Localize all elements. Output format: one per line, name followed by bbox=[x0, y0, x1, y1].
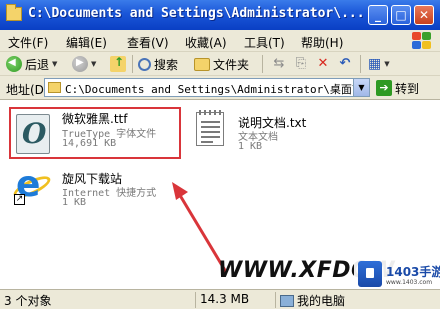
status-size: 14.3 MB bbox=[196, 292, 276, 308]
forward-button[interactable]: ▼ bbox=[72, 55, 96, 73]
chevron-down-icon: ▼ bbox=[91, 60, 97, 68]
menu-edit[interactable]: 编辑(E) bbox=[66, 34, 107, 51]
up-folder-icon bbox=[110, 55, 126, 72]
up-folder-button[interactable] bbox=[110, 55, 126, 73]
search-label: 搜索 bbox=[154, 57, 179, 72]
minimize-button[interactable]: _ bbox=[368, 5, 388, 25]
toolbar-separator bbox=[360, 55, 361, 73]
status-object-count: 3 个对象 bbox=[0, 292, 196, 308]
folders-button[interactable]: 文件夹 bbox=[194, 55, 249, 73]
folder-icon bbox=[6, 4, 22, 21]
menu-view[interactable]: 查看(V) bbox=[127, 34, 169, 51]
delete-icon[interactable]: ✕ bbox=[314, 55, 332, 73]
address-label: 地址(D) bbox=[6, 83, 49, 97]
go-button[interactable]: ➔ 转到 bbox=[376, 79, 419, 97]
move-to-icon[interactable]: ⇆ bbox=[270, 55, 288, 73]
title-bar[interactable]: C:\Documents and Settings\Administrator\… bbox=[0, 0, 440, 30]
address-dropdown-button[interactable]: ▼ bbox=[353, 79, 369, 96]
menu-tools[interactable]: 工具(T) bbox=[244, 34, 285, 51]
file-list: O 微软雅黑.ttf TrueType 字体文件 14,691 KB 说明文档.… bbox=[0, 100, 440, 297]
folders-label: 文件夹 bbox=[213, 57, 250, 72]
copy-to-icon[interactable]: ⎘ bbox=[292, 55, 310, 73]
toolbar-separator bbox=[262, 55, 263, 73]
folder-icon bbox=[48, 82, 61, 93]
maximize-button[interactable]: □ bbox=[391, 5, 411, 25]
toolbar-separator bbox=[132, 55, 133, 73]
status-bar: 3 个对象 14.3 MB 我的电脑 bbox=[0, 289, 440, 309]
windows-logo-icon bbox=[412, 32, 432, 50]
views-button[interactable]: ▦ ▼ bbox=[368, 55, 390, 73]
folder-icon bbox=[194, 57, 210, 71]
address-bar: 地址(D) C:\Documents and Settings\Administ… bbox=[0, 76, 440, 100]
undo-icon[interactable]: ↶ bbox=[336, 55, 354, 73]
search-icon bbox=[138, 57, 151, 71]
status-location: 我的电脑 bbox=[276, 292, 440, 308]
badge-title: 1403手游网 bbox=[386, 265, 440, 279]
back-button[interactable]: 后退 ▼ bbox=[6, 55, 57, 73]
site-logo-icon bbox=[358, 261, 382, 287]
my-computer-icon bbox=[280, 295, 294, 307]
menu-bar: 文件(F) 编辑(E) 查看(V) 收藏(A) 工具(T) 帮助(H) bbox=[0, 30, 440, 52]
go-arrow-icon: ➔ bbox=[376, 80, 392, 96]
go-label: 转到 bbox=[395, 81, 420, 96]
forward-arrow-icon bbox=[72, 56, 88, 72]
search-button[interactable]: 搜索 bbox=[138, 55, 178, 73]
status-location-label: 我的电脑 bbox=[297, 294, 346, 308]
chevron-down-icon: ▼ bbox=[52, 60, 58, 68]
back-label: 后退 bbox=[25, 57, 50, 72]
address-input[interactable]: C:\Documents and Settings\Administrator\… bbox=[44, 78, 370, 97]
chevron-down-icon: ▼ bbox=[384, 60, 390, 68]
menu-help[interactable]: 帮助(H) bbox=[301, 34, 343, 51]
address-value: C:\Documents and Settings\Administrator\… bbox=[65, 83, 370, 96]
menu-favorites[interactable]: 收藏(A) bbox=[185, 34, 227, 51]
back-arrow-icon bbox=[6, 56, 22, 72]
views-icon: ▦ bbox=[368, 56, 382, 72]
window-title: C:\Documents and Settings\Administrator\… bbox=[28, 6, 365, 21]
close-button[interactable]: ✕ bbox=[414, 5, 434, 25]
badge-subtitle: www.1403.com bbox=[386, 279, 433, 286]
menu-file[interactable]: 文件(F) bbox=[8, 34, 48, 51]
toolbar: 后退 ▼ ▼ 搜索 文件夹 ⇆ ⎘ ✕ ↶ ▦ ▼ bbox=[0, 52, 440, 76]
